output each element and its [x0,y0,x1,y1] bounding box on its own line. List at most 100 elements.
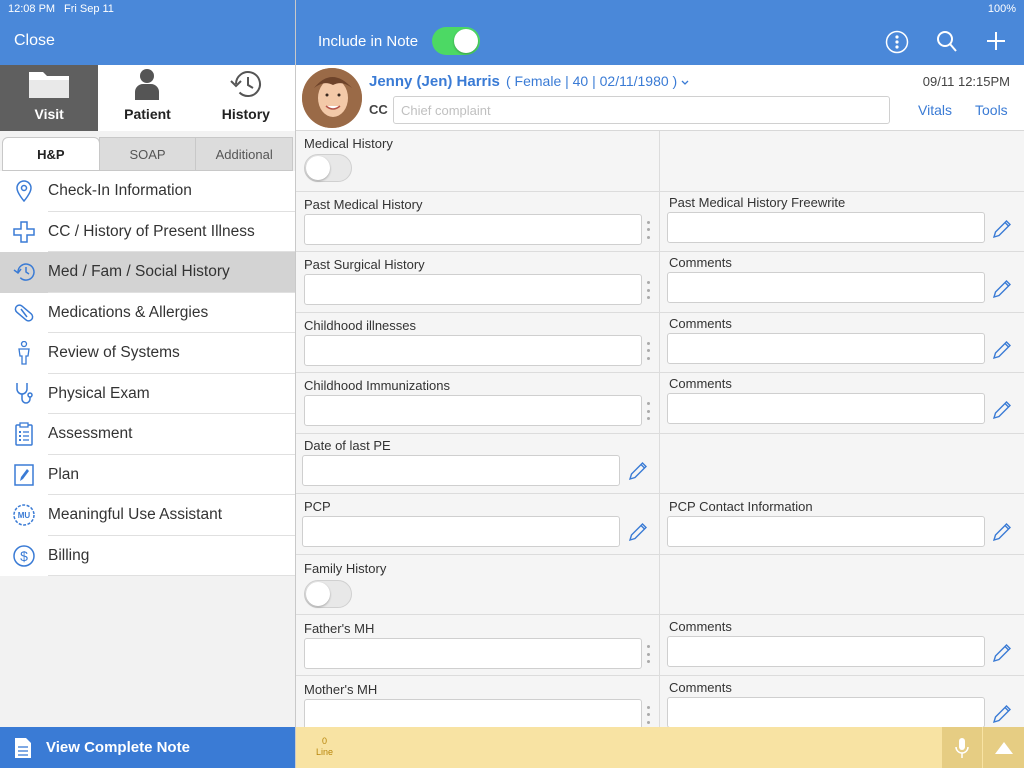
childhood-immunizations-label: Childhood Immunizations [304,378,450,393]
triangle-up-icon [994,741,1013,754]
history-form: Medical History Past Medical History Pas… [296,131,1024,727]
pencil-icon[interactable] [991,642,1013,664]
form-row: Past Surgical History Comments [296,252,1024,313]
past-medical-history-label: Past Medical History [304,196,423,212]
menu-item-review-systems[interactable]: Review of Systems [0,333,295,374]
menu-item-assessment[interactable]: Assessment [0,414,295,455]
line-count-label: Line [316,747,334,757]
pencil-icon[interactable] [991,218,1013,240]
pcp-label: PCP [304,499,331,514]
mothers-mh-field[interactable] [304,698,642,727]
microphone-button[interactable] [942,727,982,768]
form-row: Date of last PE [296,433,1024,494]
segment-soap[interactable]: SOAP [98,137,197,171]
mothers-mh-comments-field[interactable] [667,696,985,727]
stethoscope-icon [16,382,33,404]
drag-handle-icon[interactable] [647,645,651,663]
menu-item-label: Billing [48,546,90,564]
expand-up-button[interactable] [983,727,1024,768]
add-icon[interactable] [986,30,1006,52]
segment-additional[interactable]: Additional [195,137,294,171]
drag-handle-icon[interactable] [647,402,651,420]
past-surgical-history-field[interactable] [304,274,642,305]
childhood-illnesses-comments-field[interactable] [667,332,985,364]
menu-item-label: Med / Fam / Social History [48,263,230,281]
menu-item-label: Meaningful Use Assistant [48,506,223,524]
form-row: Childhood Immunizations Comments [296,373,1024,434]
comments-label: Comments [669,679,732,695]
dollar-icon: $ [13,545,35,567]
clipboard-icon [15,422,33,446]
childhood-immunizations-comments-field[interactable] [667,393,985,424]
patient-name[interactable]: Jenny (Jen) Harris [369,73,500,90]
close-button[interactable]: Close [14,32,55,50]
drag-handle-icon[interactable] [647,705,651,724]
note-icon [15,737,31,758]
line-count-value: 0 [322,736,328,746]
chief-complaint-input[interactable] [393,96,890,124]
drag-handle-icon[interactable] [647,220,651,239]
dictation-bar: 0 Line [296,727,1024,768]
menu-item-cc-hpi[interactable]: CC / History of Present Illness [0,212,295,253]
drag-handle-icon[interactable] [647,281,651,299]
form-row: PCP PCP Contact Information [296,494,1024,555]
menu-item-label: Check-In Information [48,182,192,200]
past-surgical-comments-field[interactable] [667,272,985,303]
menu-item-label: Physical Exam [48,384,150,402]
left-panel: 12:08 PM Fri Sep 11 Close Visit Patient [0,0,295,768]
medical-cross-icon [13,221,35,243]
tab-visit[interactable]: Visit [0,65,99,131]
drag-handle-icon[interactable] [647,341,651,360]
svg-text:MU: MU [18,511,31,520]
left-header: 12:08 PM Fri Sep 11 Close [0,0,295,65]
patient-demographics[interactable]: ( Female | 40 | 02/11/1980 ) [506,73,689,89]
menu-item-meaningful-use[interactable]: MU Meaningful Use Assistant [0,495,295,536]
past-medical-history-field[interactable] [304,213,642,245]
pencil-icon[interactable] [627,521,649,543]
chevron-down-icon [681,80,689,85]
menu-item-plan[interactable]: Plan [0,455,295,496]
menu-item-medications[interactable]: Medications & Allergies [0,293,295,334]
pen-icon [14,464,34,486]
date-of-last-pe-field[interactable] [302,454,620,486]
right-header: 100% Include in Note [296,0,1024,65]
segment-hp[interactable]: H&P [2,137,100,171]
tab-history[interactable]: History [197,65,295,131]
pcp-contact-information-field[interactable] [667,516,985,547]
view-complete-note-button[interactable]: View Complete Note [0,727,295,768]
menu-item-billing[interactable]: $ Billing [0,536,295,577]
search-icon[interactable] [936,30,958,54]
medical-history-label: Medical History [304,136,393,151]
pcp-contact-information-label: PCP Contact Information [669,499,813,514]
include-in-note-toggle[interactable] [432,27,480,55]
menu-item-med-fam-social[interactable]: Med / Fam / Social History [0,252,295,293]
fathers-mh-comments-field[interactable] [667,636,985,667]
pencil-icon[interactable] [991,339,1013,361]
fathers-mh-field[interactable] [304,638,642,669]
past-medical-history-freewrite-field[interactable] [667,211,985,243]
visit-timestamp: 09/11 12:15PM [922,74,1010,89]
pencil-icon[interactable] [991,521,1013,543]
form-row: Childhood illnesses Comments [296,312,1024,373]
tools-link[interactable]: Tools [975,102,1008,118]
mothers-mh-label: Mother's MH [304,681,378,697]
medical-history-toggle[interactable] [304,154,352,182]
more-options-icon[interactable] [885,30,909,54]
pencil-icon[interactable] [991,278,1013,300]
pencil-icon[interactable] [991,703,1013,725]
childhood-immunizations-field[interactable] [304,395,642,426]
microphone-icon [955,737,969,758]
pencil-icon[interactable] [627,460,649,482]
avatar[interactable] [302,68,362,128]
tab-patient[interactable]: Patient [98,65,196,131]
menu-item-check-in[interactable]: Check-In Information [0,171,295,212]
menu-item-physical-exam[interactable]: Physical Exam [0,374,295,415]
pencil-icon[interactable] [991,399,1013,421]
pcp-field[interactable] [302,516,620,547]
family-history-toggle[interactable] [304,579,352,608]
childhood-illnesses-field[interactable] [304,334,642,366]
comments-label: Comments [669,619,732,634]
vitals-link[interactable]: Vitals [918,102,952,118]
history-clock-icon [13,263,35,282]
past-surgical-history-label: Past Surgical History [304,257,425,272]
